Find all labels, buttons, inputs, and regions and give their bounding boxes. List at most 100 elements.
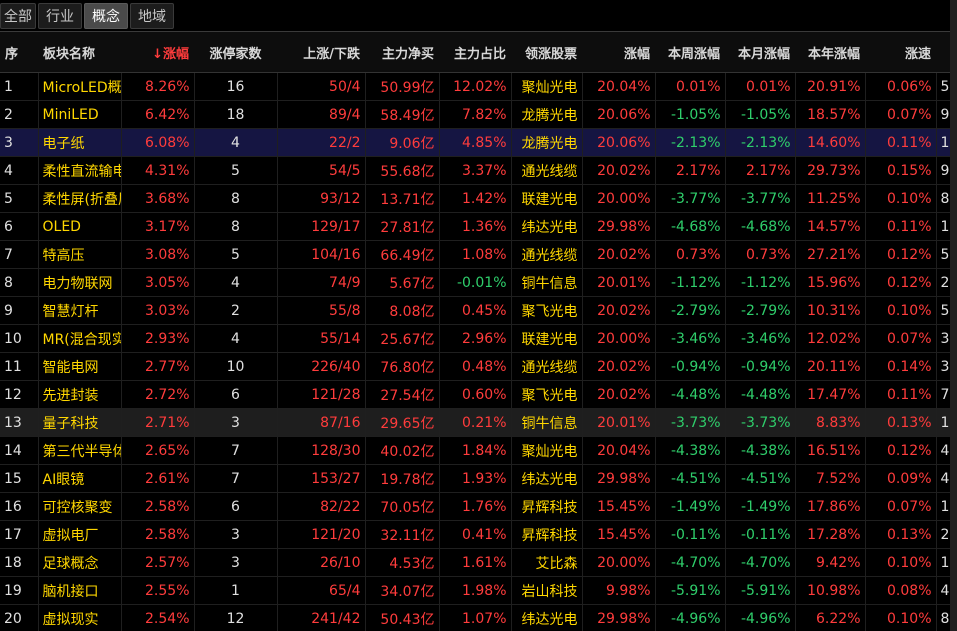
table-row[interactable]: 14 第三代半导体 2.65% 7 128/30 40.02亿 1.84% 聚灿光电 20.04… xyxy=(0,436,950,465)
up-down-count: 241/42 xyxy=(277,604,366,631)
month-change: -2.13% xyxy=(725,128,796,157)
table-row[interactable]: 7 特高压 3.08% 5 104/16 66.49亿 1.08% 通光线缆 20.02% 0.7… xyxy=(0,240,950,269)
col-stock-change[interactable]: 涨幅 xyxy=(582,32,655,73)
sector-name: MiniLED xyxy=(38,100,122,129)
sector-change: 2.93% xyxy=(121,324,195,353)
col-month-change[interactable]: 本月涨幅 xyxy=(725,32,795,73)
main-net-buy: 50.43亿 xyxy=(365,604,440,631)
year-change: 17.86% xyxy=(795,492,866,521)
main-ratio: -0.01% xyxy=(439,268,512,297)
extra-col: 97 xyxy=(936,156,950,185)
col-main-net-buy[interactable]: 主力净买 xyxy=(365,32,439,73)
limit-up-count: 18 xyxy=(194,100,278,129)
col-sector-name[interactable]: 板块名称 xyxy=(38,32,121,73)
table-row[interactable]: 13 量子科技 2.71% 3 87/16 29.65亿 0.21% 铜牛信息 20.01% -3… xyxy=(0,408,950,437)
table-row[interactable]: 4 柔性直流输电 4.31% 5 54/5 55.68亿 3.37% 通光线缆 20.02% 2.… xyxy=(0,156,950,185)
col-year-change[interactable]: 本年涨幅 xyxy=(795,32,865,73)
table-row[interactable]: 15 AI眼镜 2.61% 7 153/27 19.78亿 1.93% 纬达光电 29.98% -… xyxy=(0,464,950,493)
col-index[interactable]: 序 xyxy=(0,32,38,73)
extra-col: 53 xyxy=(936,296,950,325)
main-ratio: 4.85% xyxy=(439,128,512,157)
sector-name: AI眼镜 xyxy=(38,464,122,493)
row-index: 14 xyxy=(0,436,39,465)
main-net-buy: 27.54亿 xyxy=(365,380,440,409)
table-row[interactable]: 18 足球概念 2.57% 3 26/10 4.53亿 1.61% 艾比森 20.00% -4.7… xyxy=(0,548,950,577)
up-down-count: 87/16 xyxy=(277,408,366,437)
col-extra[interactable] xyxy=(936,32,950,73)
speed: 0.12% xyxy=(865,240,937,269)
table-row[interactable]: 10MR(混合现实)2.93%455/1425.67亿2.96%联建光电20.0… xyxy=(0,324,950,353)
table-row[interactable]: 5柔性屏(折叠屏)3.68%893/1213.71亿1.42%联建光电20.00… xyxy=(0,184,950,213)
tab-all[interactable]: 全部 xyxy=(0,3,36,29)
up-down-count: 93/12 xyxy=(277,184,366,213)
col-week-change[interactable]: 本周涨幅 xyxy=(655,32,725,73)
col-speed[interactable]: 涨速 xyxy=(865,32,936,73)
year-change: 7.52% xyxy=(795,464,866,493)
table-row[interactable]: 19 脑机接口 2.55% 1 65/4 34.07亿 1.98% 岩山科技 9.98% -5.9… xyxy=(0,576,950,605)
tab-region[interactable]: 地域 xyxy=(130,3,174,29)
sector-change: 2.58% xyxy=(121,520,195,549)
leading-stock: 纬达光电 xyxy=(511,604,583,631)
speed: 0.10% xyxy=(865,604,937,631)
table-row[interactable]: 11 智能电网 2.77% 10 226/40 76.80亿 0.48% 通光线缆 20.02%… xyxy=(0,352,950,381)
col-up-down[interactable]: 上涨/下跌 xyxy=(277,32,365,73)
vertical-scrollbar[interactable] xyxy=(950,0,957,631)
table-row[interactable]: 8 电力物联网 3.05% 4 74/9 5.67亿 -0.01% 铜牛信息 20.01% -1.… xyxy=(0,268,950,297)
week-change: -1.12% xyxy=(655,268,726,297)
stock-change: 20.06% xyxy=(582,100,656,129)
month-change: -5.91% xyxy=(725,576,796,605)
table-row[interactable]: 17 虚拟电厂 2.58% 3 121/20 32.11亿 0.41% 昇辉科技 15.45% -… xyxy=(0,520,950,549)
row-index: 19 xyxy=(0,576,39,605)
table-row[interactable]: 20 虚拟现实 2.54% 12 241/42 50.43亿 1.07% 纬达光电 29.98%… xyxy=(0,604,950,631)
stock-change: 29.98% xyxy=(582,604,656,631)
leading-stock: 铜牛信息 xyxy=(511,268,583,297)
extra-col: 18 xyxy=(936,492,950,521)
speed: 0.06% xyxy=(865,72,937,101)
main-ratio: 1.61% xyxy=(439,548,512,577)
sector-name: 柔性屏(折叠屏) xyxy=(38,184,122,213)
main-net-buy: 8.08亿 xyxy=(365,296,440,325)
row-index: 1 xyxy=(0,72,39,101)
stock-change: 20.02% xyxy=(582,352,656,381)
col-main-ratio[interactable]: 主力占比 xyxy=(439,32,511,73)
col-leading-stock[interactable]: 领涨股票 xyxy=(511,32,582,73)
week-change: 0.73% xyxy=(655,240,726,269)
year-change: 29.73% xyxy=(795,156,866,185)
speed: 0.12% xyxy=(865,436,937,465)
tab-industry[interactable]: 行业 xyxy=(38,3,82,29)
up-down-count: 65/4 xyxy=(277,576,366,605)
week-change: -4.48% xyxy=(655,380,726,409)
stock-change: 29.98% xyxy=(582,212,656,241)
table-row[interactable]: 1 MicroLED概 8.26% 16 50/4 50.99亿 12.02% 聚灿光电 20.… xyxy=(0,72,950,101)
table-row[interactable]: 2 MiniLED 6.42% 18 89/4 58.49亿 7.82% 龙腾光电 20.06%… xyxy=(0,100,950,129)
table-row[interactable]: 9 智慧灯杆 3.03% 2 55/8 8.08亿 0.45% 聚飞光电 20.02% -2.79… xyxy=(0,296,950,325)
sector-name: MicroLED概 xyxy=(38,72,122,101)
col-limit-up-count[interactable]: 涨停家数 xyxy=(194,32,277,73)
year-change: 18.57% xyxy=(795,100,866,129)
col-change[interactable]: ↓涨幅 xyxy=(121,32,194,73)
limit-up-count: 2 xyxy=(194,296,278,325)
speed: 0.10% xyxy=(865,296,937,325)
table-row[interactable]: 3 电子纸 6.08% 4 22/2 9.06亿 4.85% 龙腾光电 20.06% -2.13%… xyxy=(0,128,950,157)
tab-concept[interactable]: 概念 xyxy=(84,3,128,29)
table-row[interactable]: 6 OLED 3.17% 8 129/17 27.81亿 1.36% 纬达光电 29.98% -4… xyxy=(0,212,950,241)
row-index: 2 xyxy=(0,100,39,129)
table-row[interactable]: 12 先进封装 2.72% 6 121/28 27.54亿 0.60% 聚飞光电 20.02% -… xyxy=(0,380,950,409)
leading-stock: 昇辉科技 xyxy=(511,492,583,521)
sector-name: OLED xyxy=(38,212,122,241)
week-change: -3.46% xyxy=(655,324,726,353)
limit-up-count: 7 xyxy=(194,436,278,465)
month-change: -1.12% xyxy=(725,268,796,297)
extra-col: 56 xyxy=(936,240,950,269)
row-index: 5 xyxy=(0,184,39,213)
limit-up-count: 6 xyxy=(194,492,278,521)
month-change: -1.05% xyxy=(725,100,796,129)
table-row[interactable]: 16 可控核聚变 2.58% 6 82/22 70.05亿 1.76% 昇辉科技 15.45% -… xyxy=(0,492,950,521)
stock-change: 20.00% xyxy=(582,324,656,353)
row-index: 3 xyxy=(0,128,39,157)
row-index: 15 xyxy=(0,464,39,493)
extra-col: 13 xyxy=(936,212,950,241)
limit-up-count: 4 xyxy=(194,128,278,157)
up-down-count: 153/27 xyxy=(277,464,366,493)
month-change: 2.17% xyxy=(725,156,796,185)
